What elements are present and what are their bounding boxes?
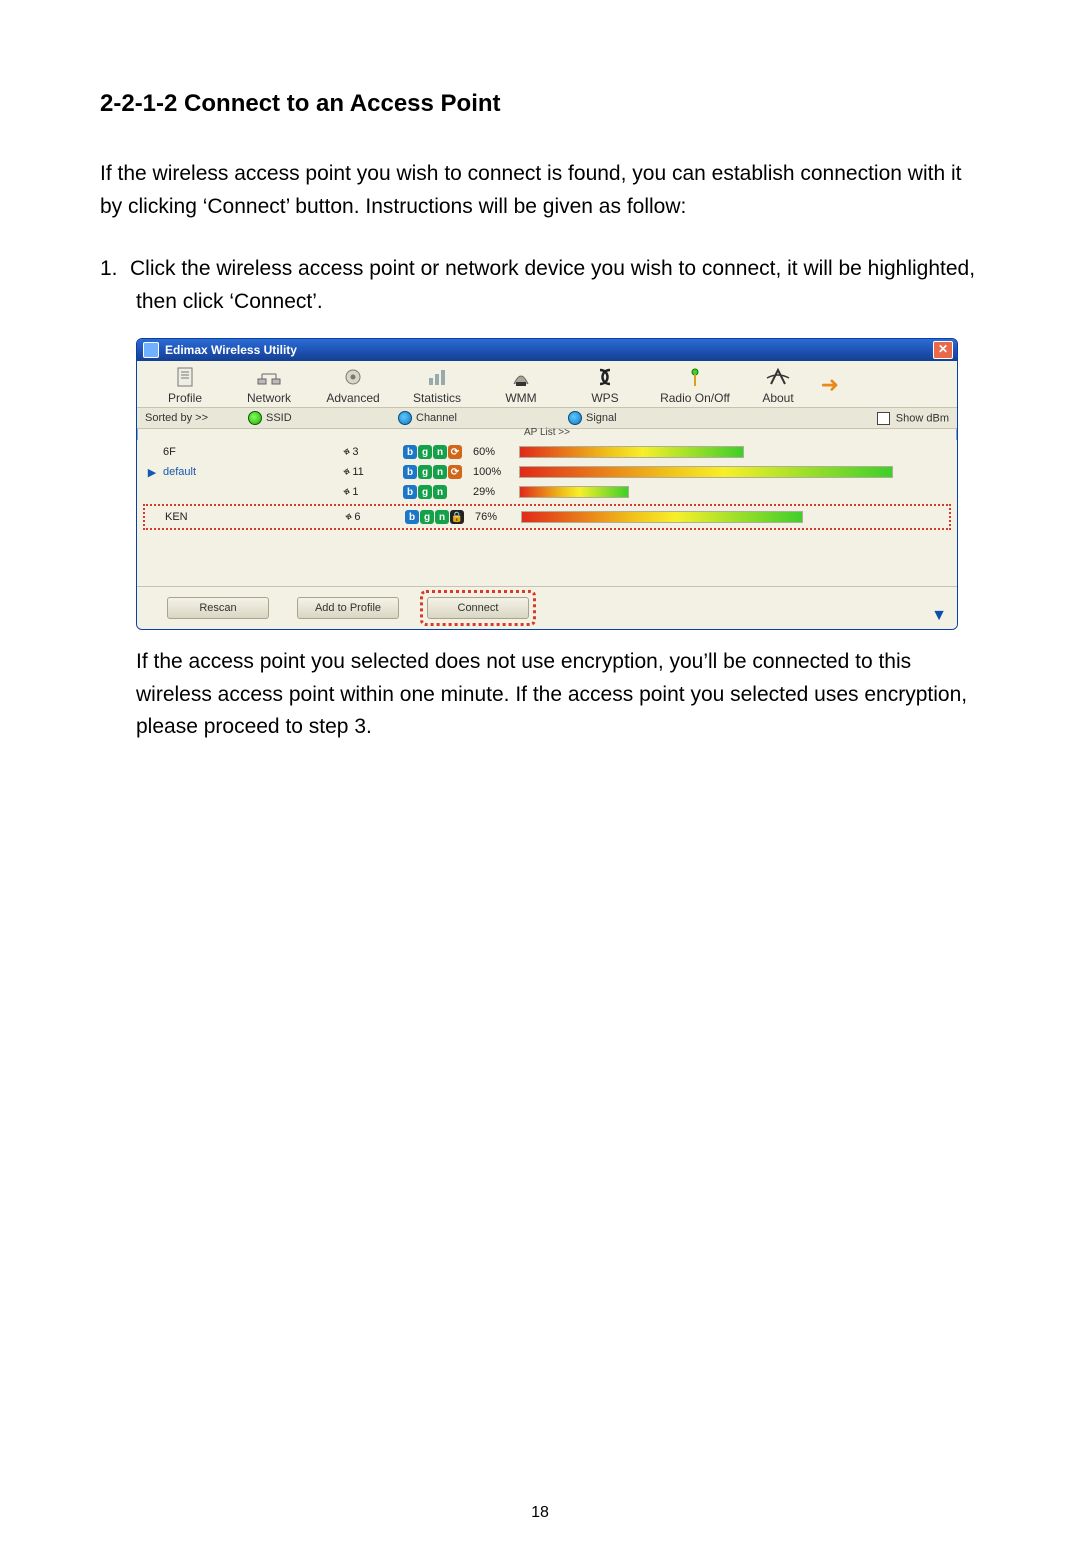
chart-icon [421, 365, 453, 389]
show-dbm-toggle[interactable]: Show dBm [877, 412, 949, 425]
antenna-small-icon: ⌖ [342, 484, 352, 501]
wps-icon [589, 365, 621, 389]
toolbar-next-icon[interactable]: ➜ [813, 372, 839, 398]
channel-cell: ⌖1 [343, 484, 403, 500]
wmm-icon [505, 365, 537, 389]
tab-statistics-label: Statistics [395, 391, 479, 405]
signal-bar [519, 446, 951, 458]
signal-pct: 100% [473, 466, 519, 478]
channel-cell: ⌖3 [343, 444, 403, 460]
sort-signal-label: Signal [586, 412, 617, 424]
signal-pct: 60% [473, 446, 519, 458]
mode-cell: bgn [403, 485, 473, 499]
signal-pct: 76% [475, 511, 521, 523]
sort-dot-icon [568, 411, 582, 425]
wireless-utility-window: Edimax Wireless Utility ✕ Profile Networ… [136, 338, 958, 630]
tab-statistics[interactable]: Statistics [395, 365, 479, 405]
gear-icon [337, 365, 369, 389]
rescan-button[interactable]: Rescan [167, 597, 269, 619]
show-dbm-label: Show dBm [896, 412, 949, 424]
section-heading: 2-2-1-2 Connect to an Access Point [100, 90, 980, 118]
tab-wmm[interactable]: WMM [479, 365, 563, 405]
ssid-cell: 6F [161, 446, 343, 458]
tab-profile-label: Profile [143, 391, 227, 405]
signal-bar [519, 466, 951, 478]
sort-ssid-label: SSID [266, 412, 292, 424]
mode-cell: bgn⟳ [403, 445, 473, 459]
mode-cell: bgn⟳ [403, 465, 473, 479]
tab-about-label: About [743, 391, 813, 405]
tab-network-label: Network [227, 391, 311, 405]
step-1-text: Click the wireless access point or netwo… [130, 257, 975, 313]
tab-advanced[interactable]: Advanced [311, 365, 395, 405]
signal-pct: 29% [473, 486, 519, 498]
network-row[interactable]: ▶ default ⌖11 bgn⟳ 100% [143, 462, 951, 482]
connected-icon: ▶ [143, 466, 161, 479]
sort-ssid[interactable]: SSID [248, 411, 398, 425]
network-row-selected[interactable]: KEN ⌖6 bgn🔒 76% [143, 504, 951, 530]
about-icon [762, 365, 794, 389]
intro-paragraph: If the wireless access point you wish to… [100, 158, 980, 223]
scroll-down-icon[interactable]: ▼ [931, 607, 947, 625]
tab-wps-label: WPS [563, 391, 647, 405]
close-icon[interactable]: ✕ [933, 341, 953, 359]
sort-channel-label: Channel [416, 412, 457, 424]
network-list: 6F ⌖3 bgn⟳ 60% ▶ default ⌖11 bgn⟳ 100% ⌖… [137, 440, 957, 586]
antenna-small-icon: ⌖ [342, 464, 352, 481]
tab-wmm-label: WMM [479, 391, 563, 405]
ap-list-label: AP List >> [137, 427, 957, 438]
tab-profile[interactable]: Profile [143, 365, 227, 405]
page-number: 18 [100, 1504, 980, 1522]
app-icon [143, 342, 159, 358]
followup-paragraph: If the access point you selected does no… [100, 646, 980, 744]
tab-radio-label: Radio On/Off [647, 391, 743, 405]
main-toolbar: Profile Network Advanced Statistics [137, 361, 957, 408]
network-row[interactable]: ⌖1 bgn 29% [143, 482, 951, 502]
channel-cell: ⌖6 [345, 509, 405, 525]
add-to-profile-button[interactable]: Add to Profile [297, 597, 399, 619]
antenna-icon [679, 365, 711, 389]
connect-button[interactable]: Connect [427, 597, 529, 619]
signal-bar [519, 486, 951, 498]
network-icon [253, 365, 285, 389]
sorted-by-label: Sorted by >> [145, 412, 208, 424]
channel-cell: ⌖11 [343, 464, 403, 480]
window-title: Edimax Wireless Utility [165, 343, 933, 357]
profile-icon [169, 365, 201, 389]
radio-dot-icon [248, 411, 262, 425]
ssid-cell: KEN [163, 511, 345, 523]
checkbox-icon [877, 412, 890, 425]
window-titlebar: Edimax Wireless Utility ✕ [137, 339, 957, 361]
tab-about[interactable]: About [743, 365, 813, 405]
antenna-small-icon: ⌖ [344, 509, 354, 526]
ssid-cell: default [161, 466, 343, 478]
sort-signal[interactable]: Signal [568, 411, 768, 425]
tab-network[interactable]: Network [227, 365, 311, 405]
mode-cell: bgn🔒 [405, 510, 475, 524]
sort-channel[interactable]: Channel [398, 411, 568, 425]
network-row[interactable]: 6F ⌖3 bgn⟳ 60% [143, 442, 951, 462]
tab-wps[interactable]: WPS [563, 365, 647, 405]
tab-advanced-label: Advanced [311, 391, 395, 405]
step-1-number: 1. [100, 253, 130, 286]
sort-dot-icon [398, 411, 412, 425]
antenna-small-icon: ⌖ [342, 444, 352, 461]
step-1: 1.Click the wireless access point or net… [100, 253, 980, 318]
button-row: Rescan Add to Profile Connect ▼ [137, 586, 957, 629]
sort-bar: Sorted by >> SSID Channel Signal Show dB… [137, 408, 957, 429]
signal-bar [521, 511, 949, 523]
tab-radio[interactable]: Radio On/Off [647, 365, 743, 405]
